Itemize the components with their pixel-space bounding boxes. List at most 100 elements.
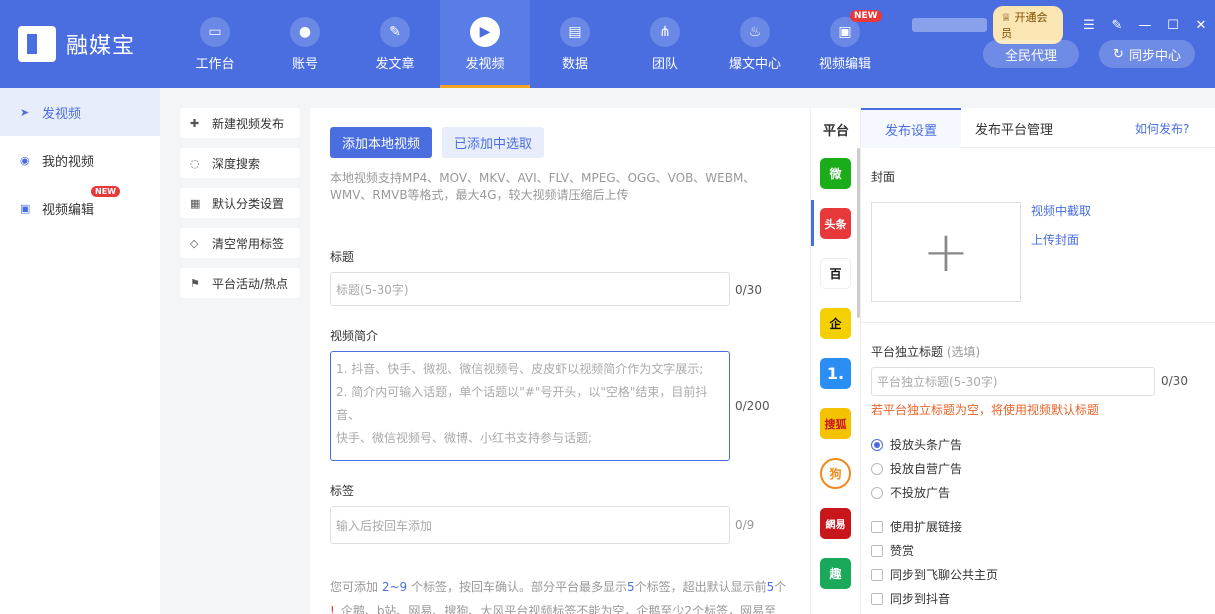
radio-dot [871,438,883,451]
radio-toutiao-ad[interactable]: 投放头条广告 [871,436,962,453]
nav-hot[interactable]: ♨ 爆文中心 [710,0,800,88]
baijia-icon[interactable]: 百 [820,258,851,289]
tag-hint-text: 个 [774,580,787,594]
tab-platform-manage[interactable]: 发布平台管理 [975,108,1053,148]
netease-icon[interactable]: 網易 [820,508,851,539]
sync-center-button[interactable]: ↻ 同步中心 [1099,40,1195,68]
top-bar: 融媒宝 ▭ 工作台 ● 账号 ✎ 发文章 ▶ 发视频 ▤ 数据 ⋔ 团队 ♨ 爆文中心 NEW… [0,0,1215,88]
checkbox-douyin[interactable]: 同步到抖音 [871,590,950,607]
logo-icon [18,26,56,62]
main-nav: ▭ 工作台 ● 账号 ✎ 发文章 ▶ 发视频 ▤ 数据 ⋔ 团队 ♨ 爆文中心 NEW ▣ 视频编… [170,0,890,88]
menu-icon[interactable]: ☰ [1075,18,1103,33]
upload-cover-link[interactable]: 上传封面 [1031,231,1079,248]
checkbox-label: 同步到飞聊公共主页 [890,568,999,582]
indep-title-input[interactable]: 平台独立标题(5-30字) [871,367,1155,396]
checkbox-reward[interactable]: 赞赏 [871,542,914,559]
sub-item-label: 深度搜索 [212,156,261,171]
plus-icon: + [922,219,970,285]
org-icon: ⋔ [650,16,680,47]
nav-label: 爆文中心 [728,56,781,72]
sohu-icon[interactable]: 搜狐 [820,408,851,439]
minimize-icon[interactable]: — [1131,18,1159,33]
radio-label: 投放头条广告 [890,438,963,452]
add-local-video-button[interactable]: 添加本地视频 [330,127,432,158]
tag-icon: ◇ [190,236,199,250]
search-icon: ◌ [190,156,200,170]
platform-column: 平台 微 头条 百 企 1. 搜狐 狗 網易 趣 [810,108,860,614]
nav-data[interactable]: ▤ 数据 [530,0,620,88]
vip-button[interactable]: ♕ 开通会员 [993,6,1063,44]
nav-team[interactable]: ⋔ 团队 [620,0,710,88]
tag-hint: 您可添加 2~9 个标签，按回车确认。部分平台最多显示5个标签，超出默认显示前5… [330,578,800,595]
sidebar-item-label: 发视频 [42,106,82,122]
tag-hint-text: 个标签，按回车确认。部分平台最多显示 [407,580,627,594]
qie-icon[interactable]: 企 [820,308,851,339]
tag-count: 0/9 [735,518,755,532]
flame-icon: ♨ [740,16,770,47]
close-icon[interactable]: ✕ [1187,18,1215,33]
capture-from-video-link[interactable]: 视频中截取 [1031,202,1091,219]
sidebar-item-video-edit[interactable]: ▣ 视频编辑 NEW [0,184,160,232]
checkbox-extended-link[interactable]: 使用扩展链接 [871,518,962,535]
wechat-icon[interactable]: 微 [820,158,851,189]
window-controls: ☰ ✎ — ☐ ✕ [1075,18,1215,33]
nav-label: 发文章 [375,56,415,72]
sidebar-item-label: 视频编辑 [42,202,95,218]
feather-icon: ✎ [380,16,410,47]
username[interactable] [912,18,988,32]
clear-tags-button[interactable]: ◇ 清空常用标签 [180,228,300,258]
radio-self-ad[interactable]: 投放自营广告 [871,460,962,477]
new-video-publish-button[interactable]: ✚ 新建视频发布 [180,108,300,138]
cover-upload-box[interactable]: + [871,202,1021,302]
radio-dot [871,462,883,475]
play-icon: ▶ [470,16,500,47]
tag-label: 标签 [330,484,355,498]
nav-workbench[interactable]: ▭ 工作台 [170,0,260,88]
maximize-icon[interactable]: ☐ [1159,18,1187,33]
nav-article[interactable]: ✎ 发文章 [350,0,440,88]
checkbox-label: 同步到抖音 [890,592,951,606]
checkbox-label: 使用扩展链接 [890,520,963,534]
monitor-icon: ▭ [200,16,230,47]
sub-item-label: 新建视频发布 [212,116,285,131]
agent-button[interactable]: 全民代理 [983,40,1079,68]
chart-icon: ▤ [560,16,590,47]
sogou-icon[interactable]: 狗 [820,458,851,489]
title-input[interactable]: 标题(5-30字) [330,272,730,306]
add-list-icon: ✚ [190,116,200,130]
radio-dot [871,486,883,499]
checkbox-box [871,592,883,605]
deep-search-button[interactable]: ◌ 深度搜索 [180,148,300,178]
tag-input[interactable]: 输入后按回车添加 [330,506,730,544]
sub-item-label: 平台活动/热点 [212,276,289,291]
select-existing-button[interactable]: 已添加中选取 [442,127,544,158]
radio-no-ad[interactable]: 不投放广告 [871,484,950,501]
desc-textarea[interactable]: 1. 抖音、快手、微视、微信视频号、皮皮虾以视频简介作为文字展示; 2. 简介内… [330,351,730,461]
how-to-publish-link[interactable]: 如何发布? [1135,120,1189,137]
edit-icon[interactable]: ✎ [1103,18,1131,33]
yidian-icon[interactable]: 1. [820,358,851,389]
indep-title-text: 平台独立标题 [871,345,944,359]
tab-publish-settings[interactable]: 发布设置 [861,108,961,148]
left-sidebar: ➤ 发视频 ◉ 我的视频 ▣ 视频编辑 NEW [0,88,160,614]
title-label: 标题 [330,250,355,264]
default-category-button[interactable]: ▦ 默认分类设置 [180,188,300,218]
sidebar-item-my-videos[interactable]: ◉ 我的视频 [0,136,160,184]
toutiao-icon[interactable]: 头条 [820,208,851,239]
platform-activity-button[interactable]: ⚑ 平台活动/热点 [180,268,300,298]
nav-account[interactable]: ● 账号 [260,0,350,88]
qutoutiao-icon[interactable]: 趣 [820,558,851,589]
video-form: 添加本地视频 已添加中选取 本地视频支持MP4、MOV、MKV、AVI、FLV、… [310,108,810,614]
tag-hint-range: 2~9 [381,580,408,594]
sidebar-item-publish-video[interactable]: ➤ 发视频 [0,88,160,136]
play-circle-icon: ◉ [20,153,30,167]
indep-title-label: 平台独立标题 (选填) [871,343,980,360]
tag-warning-text: 企鹅、b站、网易、搜狗、大风平台视频标签不能为空，企鹅至少2个标签，网易至 [340,604,777,614]
user-icon: ● [290,16,320,47]
indep-title-count: 0/30 [1161,374,1188,388]
nav-video[interactable]: ▶ 发视频 [440,0,530,88]
checkbox-feiliao[interactable]: 同步到飞聊公共主页 [871,566,998,583]
sub-item-label: 清空常用标签 [212,236,285,251]
nav-video-edit[interactable]: NEW ▣ 视频编辑 [800,0,890,88]
desc-label: 视频简介 [330,329,379,343]
